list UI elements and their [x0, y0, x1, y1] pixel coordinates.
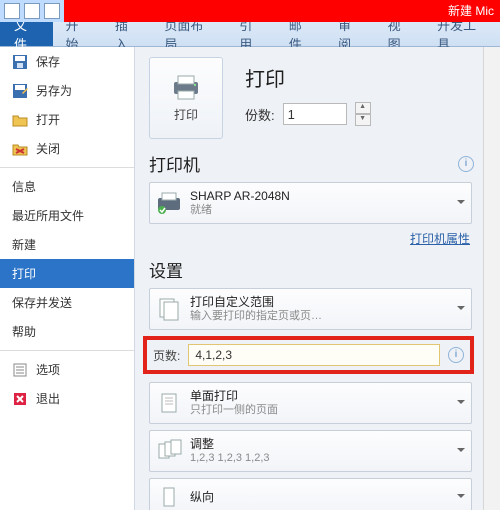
collate-icon — [156, 438, 182, 464]
chevron-down-icon — [457, 494, 465, 502]
sidebar-item-options[interactable]: 选项 — [0, 355, 134, 384]
collate-dropdown[interactable]: 调整 1,2,3 1,2,3 1,2,3 — [149, 430, 472, 472]
sidebar-item-save[interactable]: 保存 — [0, 47, 134, 76]
printer-dropdown[interactable]: SHARP AR-2048N 就绪 — [149, 182, 472, 224]
sidebar-label: 退出 — [36, 390, 60, 407]
save-icon — [12, 54, 28, 70]
open-icon — [12, 112, 28, 128]
pages-input[interactable]: 4,1,2,3 — [188, 344, 440, 366]
sidebar-label: 保存 — [36, 53, 60, 70]
sidebar-label: 打印 — [12, 265, 36, 282]
sidebar-item-saveas[interactable]: 另存为 — [0, 76, 134, 105]
options-icon — [12, 362, 28, 378]
sidebar-item-new[interactable]: 新建 — [0, 230, 134, 259]
info-icon[interactable]: i — [458, 156, 474, 172]
sidebar-item-recent[interactable]: 最近所用文件 — [0, 201, 134, 230]
sidebar-item-save-send[interactable]: 保存并发送 — [0, 288, 134, 317]
chevron-down-icon — [457, 200, 465, 208]
copies-spinner[interactable]: ▲▼ — [355, 102, 371, 126]
chevron-down-icon — [457, 306, 465, 314]
info-icon[interactable]: i — [448, 347, 464, 363]
tab-view[interactable]: 视图 — [376, 22, 425, 46]
print-button-label: 打印 — [174, 106, 198, 123]
printer-status: 就绪 — [190, 203, 290, 217]
sidebar-item-open[interactable]: 打开 — [0, 105, 134, 134]
qat-icon[interactable] — [4, 3, 20, 19]
tab-review[interactable]: 审阅 — [326, 22, 375, 46]
range-sub: 输入要打印的指定页或页… — [190, 309, 322, 323]
sidebar-label: 新建 — [12, 236, 36, 253]
collate-sub: 1,2,3 1,2,3 1,2,3 — [190, 451, 270, 465]
tab-developer[interactable]: 开发工具 — [425, 22, 500, 46]
print-pane: 打印 打印 份数: 1 ▲▼ 打印机 i SHARP AR-2048N 就绪 — [134, 47, 500, 510]
sidebar-item-exit[interactable]: 退出 — [0, 384, 134, 413]
sidebar-label: 帮助 — [12, 323, 36, 340]
copies-input[interactable]: 1 — [283, 103, 347, 125]
printer-properties-link[interactable]: 打印机属性 — [149, 230, 470, 247]
sidebar-label: 信息 — [12, 178, 36, 195]
sidebar-item-print[interactable]: 打印 — [0, 259, 134, 288]
print-range-dropdown[interactable]: 打印自定义范围 输入要打印的指定页或页… — [149, 288, 472, 330]
exit-icon — [12, 391, 28, 407]
tab-home[interactable]: 开始 — [53, 22, 102, 46]
close-icon — [12, 141, 28, 157]
sidebar-label: 最近所用文件 — [12, 207, 84, 224]
pages-highlight-box: 页数: 4,1,2,3 i — [143, 336, 474, 374]
settings-section-title: 设置 — [149, 257, 494, 282]
printer-icon — [170, 74, 202, 100]
pages-label: 页数: — [153, 347, 180, 364]
backstage-sidebar: 保存 另存为 打开 关闭 信息 最近所用文件 新建 打印 保存并发送 帮助 选项… — [0, 47, 134, 510]
single-side-icon — [156, 390, 182, 416]
quick-access-toolbar — [0, 0, 64, 22]
orientation-dropdown[interactable]: 纵向 — [149, 478, 472, 510]
print-heading: 打印 — [245, 63, 371, 92]
collate-main: 调整 — [190, 437, 270, 451]
tab-insert[interactable]: 插入 — [103, 22, 152, 46]
sidebar-item-info[interactable]: 信息 — [0, 172, 134, 201]
printer-section-title: 打印机 i — [149, 151, 494, 176]
page-range-icon — [156, 296, 182, 322]
sidebar-item-help[interactable]: 帮助 — [0, 317, 134, 346]
saveas-icon — [12, 83, 28, 99]
ribbon-tabs: 文件 开始 插入 页面布局 引用 邮件 审阅 视图 开发工具 — [0, 22, 500, 47]
orientation-main: 纵向 — [190, 490, 214, 504]
qat-icon[interactable] — [44, 3, 60, 19]
sidebar-label: 关闭 — [36, 140, 60, 157]
portrait-icon — [156, 484, 182, 510]
tab-references[interactable]: 引用 — [227, 22, 276, 46]
sidebar-label: 保存并发送 — [12, 294, 72, 311]
file-tab[interactable]: 文件 — [0, 22, 53, 46]
tab-mail[interactable]: 邮件 — [277, 22, 326, 46]
window-title: 新建 Mic — [448, 2, 494, 19]
printer-name: SHARP AR-2048N — [190, 189, 290, 203]
qat-icon[interactable] — [24, 3, 40, 19]
chevron-down-icon — [457, 400, 465, 408]
sidebar-label: 选项 — [36, 361, 60, 378]
range-main: 打印自定义范围 — [190, 295, 322, 309]
sidebar-label: 另存为 — [36, 82, 72, 99]
copies-label: 份数: — [245, 105, 275, 124]
title-bar: 新建 Mic — [0, 0, 500, 22]
duplex-sub: 只打印一侧的页面 — [190, 403, 278, 417]
printer-device-icon — [156, 190, 182, 216]
sidebar-item-close[interactable]: 关闭 — [0, 134, 134, 163]
duplex-dropdown[interactable]: 单面打印 只打印一侧的页面 — [149, 382, 472, 424]
duplex-main: 单面打印 — [190, 389, 278, 403]
tab-layout[interactable]: 页面布局 — [152, 22, 227, 46]
sidebar-label: 打开 — [36, 111, 60, 128]
chevron-down-icon — [457, 448, 465, 456]
print-button[interactable]: 打印 — [149, 57, 223, 139]
